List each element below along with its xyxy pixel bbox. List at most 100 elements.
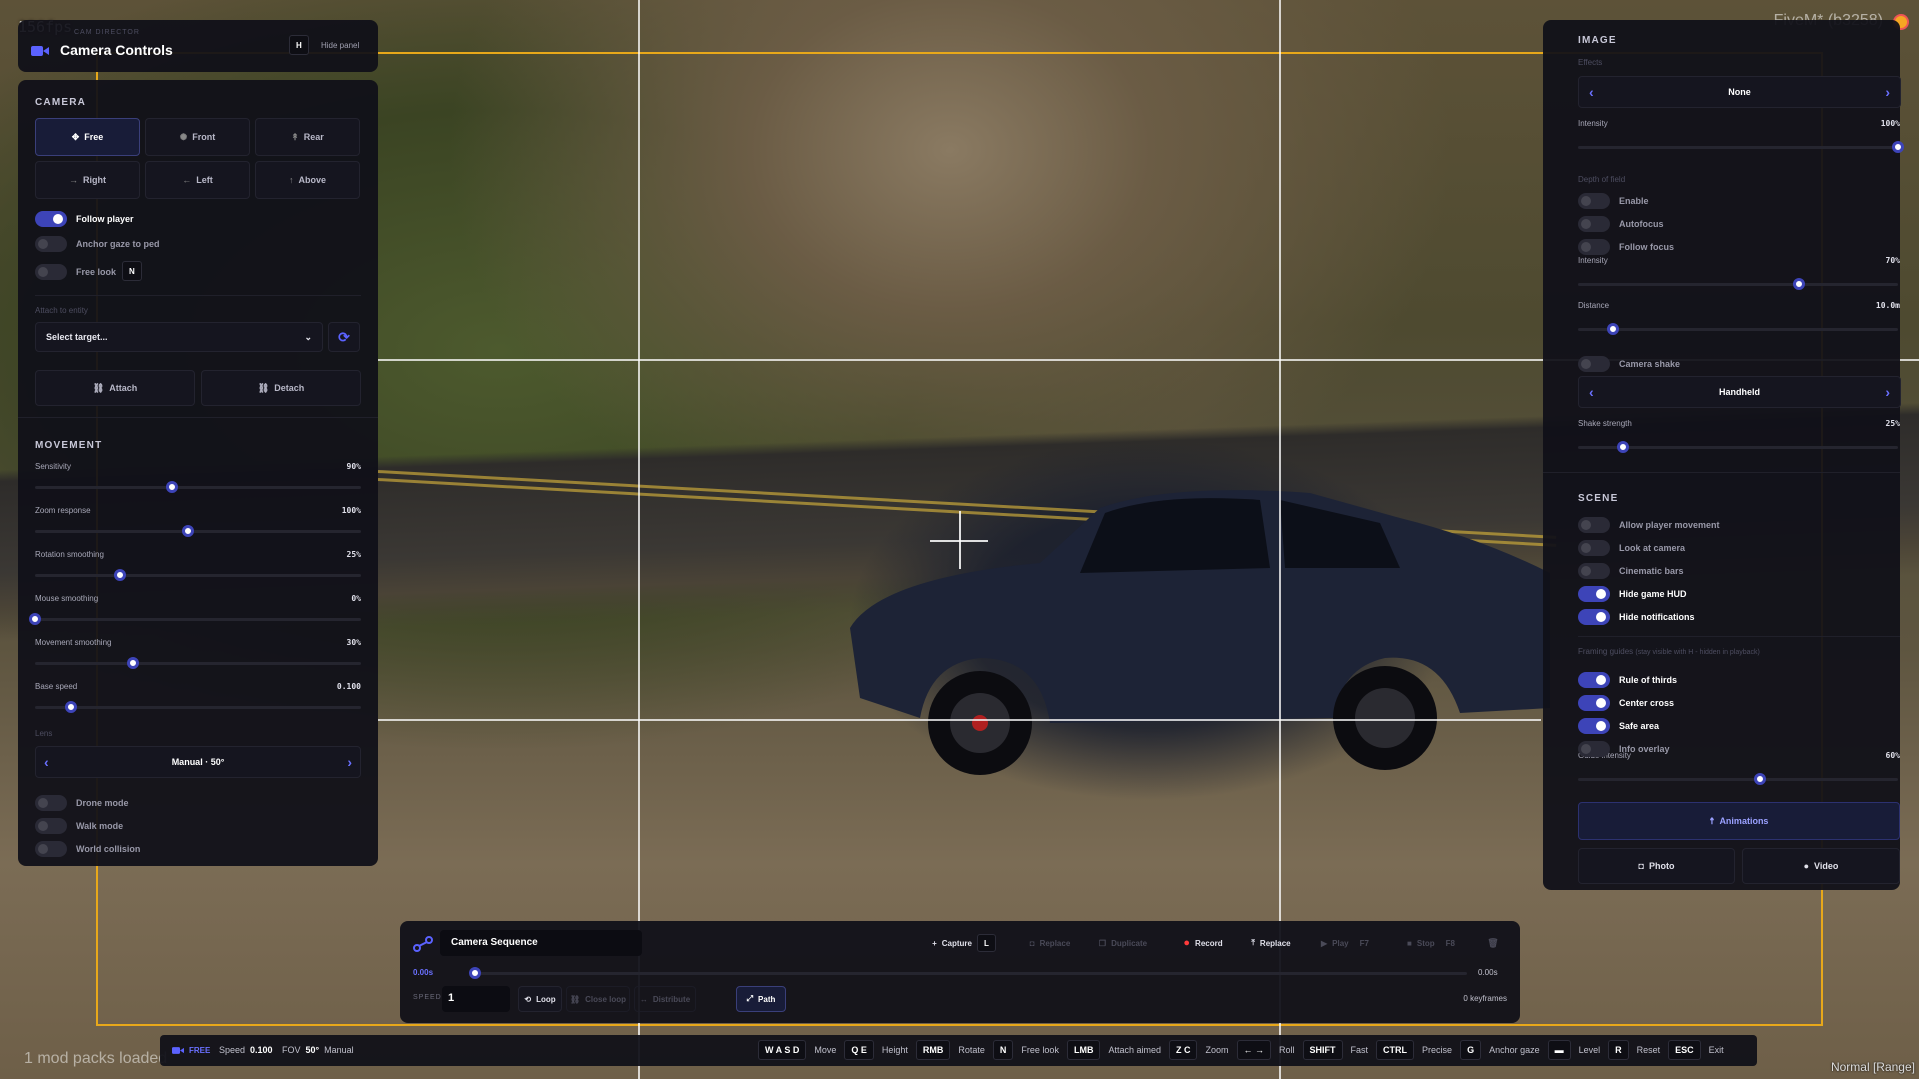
timeline-scrubber[interactable] (469, 967, 1467, 979)
movement-slider[interactable] (35, 701, 361, 713)
toggle-label: Safe area (1619, 721, 1660, 731)
dof-enable-label: Enable (1619, 196, 1649, 206)
scene-toggle[interactable] (1578, 741, 1610, 757)
capture-button[interactable]: + Capture L (922, 930, 1006, 956)
shake-type-value: Handheld (1718, 387, 1760, 397)
distance-slider[interactable] (1578, 323, 1898, 335)
duplicate-button[interactable]: ❐ Duplicate (1088, 930, 1158, 956)
hint-key: G (1460, 1040, 1482, 1060)
drone-mode-toggle[interactable] (35, 795, 67, 811)
scene-toggle[interactable] (1578, 586, 1610, 602)
dof-enable-toggle[interactable] (1578, 193, 1610, 209)
lens-selector[interactable]: ‹ Manual · 50° › (35, 746, 361, 778)
close-loop-button[interactable]: ⛓ Close loop (566, 986, 630, 1012)
refresh-targets-button[interactable]: ⟳ (328, 322, 360, 352)
follow-player-toggle[interactable] (35, 211, 67, 227)
scene-toggle[interactable] (1578, 609, 1610, 625)
loop-button[interactable]: ⟲ Loop (518, 986, 562, 1012)
camera-mode-right[interactable]: → Right (35, 161, 140, 199)
play-icon: ▶ (1321, 938, 1328, 948)
scene-toggle[interactable] (1578, 672, 1610, 688)
camera-mode-rear[interactable]: ↟ Rear (255, 118, 360, 156)
shake-strength-slider[interactable] (1578, 441, 1898, 453)
camera-mode-above[interactable]: ↑ Above (255, 161, 360, 199)
movement-slider[interactable] (35, 525, 361, 537)
replace-disabled-button[interactable]: ◘ Replace (1017, 930, 1083, 956)
movement-slider[interactable] (35, 569, 361, 581)
movement-slider[interactable] (35, 657, 361, 669)
follow-focus-label: Follow focus (1619, 242, 1674, 252)
slider-value: 100% (341, 506, 361, 515)
free-look-toggle[interactable] (35, 264, 67, 280)
play-button[interactable]: ▶ Play F7 (1308, 930, 1388, 956)
follow-focus-toggle[interactable] (1578, 239, 1610, 255)
keyframe-count: 0 keyframes (1463, 994, 1507, 1003)
chevron-right-icon[interactable]: › (1885, 384, 1890, 400)
rule-of-thirds-line (378, 359, 1541, 361)
slider-knob[interactable] (1607, 323, 1620, 335)
intensity-slider[interactable] (1578, 141, 1904, 153)
attach-button[interactable]: ⛓ Attach (35, 370, 195, 406)
autofocus-toggle[interactable] (1578, 216, 1610, 232)
slider-knob[interactable] (64, 701, 77, 713)
sequence-name-input[interactable]: Camera Sequence (440, 930, 642, 956)
camera-icon: ◘ (1029, 938, 1035, 948)
record-button[interactable]: ● Record (1170, 930, 1236, 956)
divider (1543, 472, 1900, 473)
slider-knob[interactable] (113, 569, 126, 581)
walk-mode-toggle[interactable] (35, 818, 67, 834)
distribute-button[interactable]: ↔ Distribute (634, 986, 696, 1012)
chevron-right-icon[interactable]: › (1885, 84, 1890, 100)
scene-toggle[interactable] (1578, 695, 1610, 711)
mode-indicator: FREE (172, 1035, 210, 1065)
camera-mode-left[interactable]: ← Left (145, 161, 250, 199)
arrow-up-icon: ↟ (291, 131, 299, 142)
detach-button[interactable]: ⛓ Detach (201, 370, 361, 406)
attach-entity-label: Attach to entity (35, 306, 88, 315)
slider-knob[interactable] (1754, 773, 1767, 785)
camera-mode-front[interactable]: ✺ Front (145, 118, 250, 156)
hide-panel-key[interactable]: H (289, 35, 309, 55)
slider-knob[interactable] (126, 657, 139, 669)
scene-toggle[interactable] (1578, 718, 1610, 734)
slider-knob[interactable] (1892, 141, 1904, 153)
slider-knob[interactable] (1792, 278, 1805, 290)
slider-label: Movement smoothing (35, 638, 112, 647)
movement-slider[interactable] (35, 481, 361, 493)
chevron-left-icon[interactable]: ‹ (1589, 384, 1594, 400)
animations-button[interactable]: ☨ Animations (1578, 802, 1900, 840)
chevron-left-icon[interactable]: ‹ (1589, 84, 1594, 100)
hint-label: Level (1578, 1045, 1601, 1055)
speed-indicator: Speed 0.100 (219, 1045, 273, 1055)
stop-button[interactable]: ■ Stop F8 (1394, 930, 1474, 956)
slider-knob[interactable] (165, 481, 178, 493)
guide-intensity-slider[interactable] (1578, 773, 1898, 785)
scene-toggle[interactable] (1578, 540, 1610, 556)
anchor-gaze-toggle[interactable] (35, 236, 67, 252)
world-collision-toggle[interactable] (35, 841, 67, 857)
chevron-right-icon[interactable]: › (347, 754, 352, 770)
path-button[interactable]: ⤢ Path (736, 986, 786, 1012)
arrow-right-icon: → (69, 175, 78, 185)
effect-selector[interactable]: ‹ None › (1578, 76, 1901, 108)
left-panel-header: CAM DIRECTOR Camera Controls H Hide pane… (18, 20, 378, 72)
shake-type-selector[interactable]: ‹ Handheld › (1578, 376, 1901, 408)
camera-shake-toggle[interactable] (1578, 356, 1610, 372)
replace-button[interactable]: ⤒ Replace (1238, 930, 1304, 956)
camera-mode-free[interactable]: ✥ Free (35, 118, 140, 156)
slider-knob[interactable] (182, 525, 195, 537)
movement-slider[interactable] (29, 613, 361, 625)
delete-icon[interactable]: 🗑 (1480, 930, 1506, 956)
timeline-knob[interactable] (469, 967, 481, 979)
hide-panel-label[interactable]: Hide panel (321, 41, 359, 50)
chevron-left-icon[interactable]: ‹ (44, 754, 49, 770)
scene-toggle[interactable] (1578, 563, 1610, 579)
photo-button[interactable]: ◘ Photo (1578, 848, 1735, 884)
slider-knob[interactable] (29, 613, 41, 625)
speed-input[interactable]: 1 (442, 986, 510, 1012)
dof-intensity-slider[interactable] (1578, 278, 1898, 290)
target-select[interactable]: Select target... ⌄ (35, 322, 323, 352)
video-button[interactable]: ● Video (1742, 848, 1900, 884)
slider-knob[interactable] (1616, 441, 1629, 453)
scene-toggle[interactable] (1578, 517, 1610, 533)
